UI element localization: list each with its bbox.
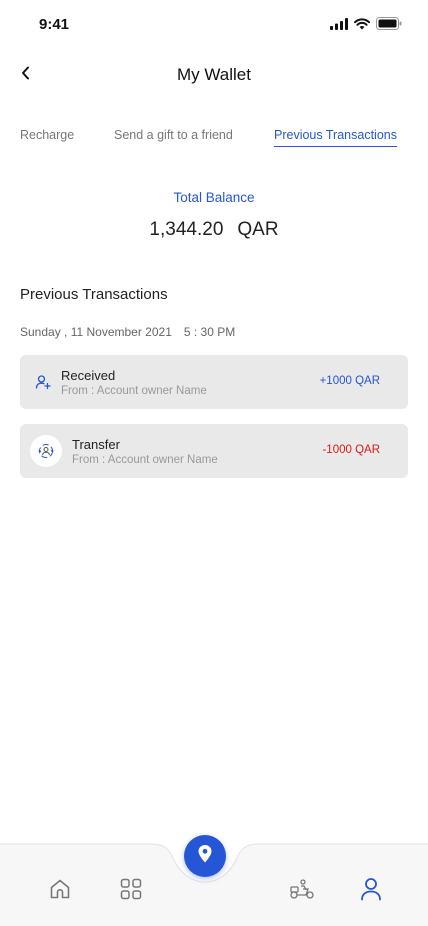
grid-icon (120, 878, 142, 905)
nav-delivery[interactable] (289, 878, 315, 904)
transaction-item-transfer[interactable]: Transfer From : Account owner Name -1000… (20, 424, 408, 478)
transaction-date-text: Sunday , 11 November 2021 (20, 325, 172, 339)
nav-categories[interactable] (118, 878, 144, 904)
transaction-subtitle: From : Account owner Name (61, 385, 207, 397)
delivery-scooter-icon (289, 878, 315, 905)
balance-value: 1,344.20 QAR (0, 219, 428, 241)
transaction-title: Transfer (72, 437, 120, 452)
transaction-amount: -1000 QAR (322, 444, 380, 456)
user-add-icon (32, 371, 54, 393)
transaction-time: 5 : 30 PM (183, 325, 236, 339)
section-title: Previous Transactions (20, 286, 168, 303)
profile-icon (360, 877, 382, 906)
tab-recharge[interactable]: Recharge (20, 128, 74, 146)
location-button[interactable] (184, 835, 226, 877)
wallet-tabs: Recharge Send a gift to a friend Previou… (20, 128, 408, 152)
tab-previous-transactions[interactable]: Previous Transactions (274, 128, 397, 147)
transaction-title: Received (61, 368, 116, 383)
nav-home[interactable] (47, 878, 73, 904)
balance-currency: QAR (237, 219, 279, 240)
transfer-icon (30, 435, 62, 467)
balance-amount: 1,344.20 (149, 219, 224, 240)
status-icons (330, 17, 402, 35)
status-time: 9:41 (39, 16, 70, 33)
bottom-nav (0, 835, 428, 926)
transaction-item-received[interactable]: Received From : Account owner Name +1000… (20, 355, 408, 409)
location-pin-icon (197, 844, 213, 869)
transaction-date: Sunday , 11 November 2021 5 : 30 PM (20, 325, 235, 339)
battery-icon (376, 17, 402, 35)
signal-icon (330, 17, 348, 35)
wifi-icon (354, 17, 370, 35)
transaction-amount: +1000 QAR (319, 375, 380, 387)
home-icon (48, 877, 72, 906)
tab-send-gift[interactable]: Send a gift to a friend (114, 128, 233, 146)
header: My Wallet (0, 55, 428, 97)
page-title: My Wallet (177, 65, 251, 84)
balance-label: Total Balance (173, 190, 255, 205)
nav-profile[interactable] (358, 877, 384, 906)
status-bar: 9:41 (0, 0, 428, 50)
transaction-subtitle: From : Account owner Name (72, 454, 218, 466)
